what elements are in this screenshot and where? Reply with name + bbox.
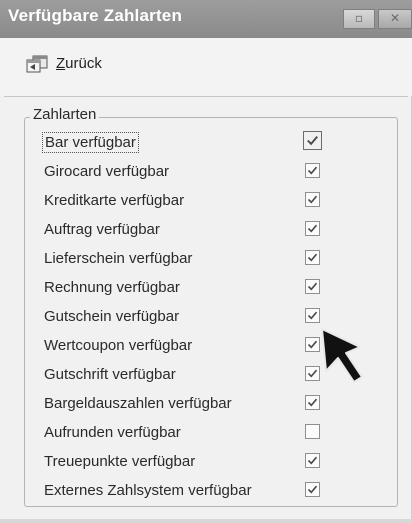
checkmark-icon (307, 224, 318, 233)
checkmark-icon (307, 369, 318, 378)
payment-option-label: Auftrag verfügbar (44, 221, 160, 238)
payment-option-label: Rechnung verfügbar (44, 279, 180, 296)
window-title: Verfügbare Zahlarten (8, 6, 183, 25)
payment-option-checkbox[interactable] (305, 424, 320, 439)
payment-option-checkbox[interactable] (305, 308, 320, 323)
window-bottom-edge (0, 519, 412, 523)
payment-option-label: Aufrunden verfügbar (44, 424, 181, 441)
payment-methods-window: Verfügbare Zahlarten ▫ ✕ Zurück Zahlarte… (0, 0, 412, 523)
payment-option-checkbox[interactable] (303, 131, 322, 150)
payment-option-row[interactable]: Bar verfügbar (36, 130, 336, 156)
payment-option-row[interactable]: Kreditkarte verfügbar (36, 188, 336, 214)
back-window-icon (26, 55, 48, 73)
checkmark-icon (307, 253, 318, 262)
payment-option-checkbox[interactable] (305, 337, 320, 352)
checkmark-icon (307, 135, 318, 146)
payment-option-label: Kreditkarte verfügbar (44, 192, 185, 209)
payment-option-row[interactable]: Girocard verfügbar (36, 159, 336, 185)
payment-option-checkbox[interactable] (305, 453, 320, 468)
toolbar-divider (4, 96, 408, 97)
back-button[interactable]: Zurück (24, 50, 134, 78)
payment-option-label: Gutschrift verfügbar (44, 366, 176, 383)
payment-option-checkbox[interactable] (305, 221, 320, 236)
payment-option-row[interactable]: Aufrunden verfügbar (36, 420, 336, 446)
payment-option-label: Externes Zahlsystem verfügbar (44, 482, 252, 499)
back-label: Zurück (56, 55, 102, 72)
checkmark-icon (307, 166, 318, 175)
payment-option-label: Bargeldauszahlen verfügbar (44, 395, 232, 412)
title-bar[interactable]: Verfügbare Zahlarten ▫ ✕ (0, 0, 412, 38)
maximize-button[interactable]: ▫ (343, 9, 375, 29)
checkmark-icon (307, 195, 318, 204)
payment-option-row[interactable]: Bargeldauszahlen verfügbar (36, 391, 336, 417)
payment-option-row[interactable]: Externes Zahlsystem verfügbar (36, 478, 336, 504)
group-legend: Zahlarten (30, 106, 100, 123)
payment-option-row[interactable]: Auftrag verfügbar (36, 217, 336, 243)
payment-option-row[interactable]: Wertcoupon verfügbar (36, 333, 336, 359)
payment-option-checkbox[interactable] (305, 250, 320, 265)
payment-option-checkbox[interactable] (305, 366, 320, 381)
checkmark-icon (307, 340, 318, 349)
payment-option-checkbox[interactable] (305, 279, 320, 294)
payment-option-label: Girocard verfügbar (44, 163, 170, 180)
payment-option-row[interactable]: Gutschein verfügbar (36, 304, 336, 330)
payment-option-label: Bar verfügbar (42, 132, 139, 153)
payment-option-row[interactable]: Lieferschein verfügbar (36, 246, 336, 272)
payment-option-row[interactable]: Rechnung verfügbar (36, 275, 336, 301)
payment-option-checkbox[interactable] (305, 395, 320, 410)
payment-option-label: Treuepunkte verfügbar (44, 453, 196, 470)
checkmark-icon (307, 456, 318, 465)
close-button[interactable]: ✕ (378, 9, 412, 29)
payment-option-checkbox[interactable] (305, 163, 320, 178)
checkmark-icon (307, 398, 318, 407)
payment-option-label: Gutschein verfügbar (44, 308, 180, 325)
checkmark-icon (307, 485, 318, 494)
payment-option-row[interactable]: Gutschrift verfügbar (36, 362, 336, 388)
payment-option-label: Lieferschein verfügbar (44, 250, 193, 267)
payment-option-label: Wertcoupon verfügbar (44, 337, 193, 354)
toolbar: Zurück (0, 38, 412, 96)
payment-option-checkbox[interactable] (305, 192, 320, 207)
mouse-pointer-icon (321, 328, 363, 383)
payment-option-checkbox[interactable] (305, 482, 320, 497)
checkmark-icon (307, 282, 318, 291)
maximize-icon: ▫ (354, 11, 364, 25)
checkmark-icon (307, 311, 318, 320)
payment-option-row[interactable]: Treuepunkte verfügbar (36, 449, 336, 475)
close-icon: ✕ (389, 11, 401, 25)
